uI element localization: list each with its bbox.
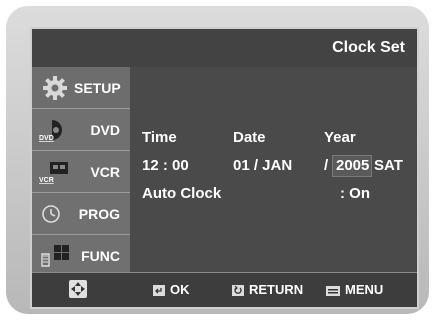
ok-button[interactable]: OK [153,282,190,297]
return-icon [232,285,244,297]
sidebar-item-label: PROG [78,206,120,222]
auto-clock-field[interactable]: : On [340,185,370,202]
auto-clock-label: Auto Clock [142,185,222,202]
sidebar-item-dvd[interactable]: DVD DVD [32,109,130,151]
directional-pad-icon [69,280,87,298]
vcr-icon-text: VCR [39,177,54,184]
clock-icon [42,205,60,223]
enter-icon [153,285,165,297]
menu-icon [326,285,340,296]
dvd-icon-text: DVD [39,135,54,142]
osd-screen: Clock Set SETUP DVD DVD VCR VCR PROG FUN… [30,27,419,309]
sidebar-item-label: VCR [90,164,120,180]
sidebar-item-label: SETUP [74,80,121,96]
ok-label: OK [170,282,190,297]
weekday-value: SAT [374,157,403,174]
time-label: Time [142,129,177,146]
sidebar-item-label: DVD [90,122,120,138]
year-label: Year [324,129,356,146]
tv-frame: Clock Set SETUP DVD DVD VCR VCR PROG FUN… [6,6,429,314]
return-button[interactable]: RETURN [232,282,303,297]
menu-button[interactable]: MENU [326,282,383,297]
footer-bar: OK RETURN MENU [32,272,417,307]
date-label: Date [233,129,266,146]
return-label: RETURN [249,282,304,297]
sidebar-item-setup[interactable]: SETUP [32,67,130,109]
sidebar-item-func[interactable]: FUNC [32,235,130,277]
time-field[interactable]: 12 : 00 [142,157,189,174]
sidebar: SETUP DVD DVD VCR VCR PROG FUNC [32,67,130,277]
remote-icon [41,245,69,267]
sidebar-item-vcr[interactable]: VCR VCR [32,151,130,193]
gear-icon [43,76,67,100]
sidebar-item-label: FUNC [81,248,120,264]
header-bar: Clock Set [32,29,417,68]
page-title: Clock Set [332,39,405,56]
year-field[interactable]: 2005 [336,157,369,174]
year-separator: / [324,157,329,174]
clock-set-panel: Time Date Year 12 : 00 01 / JAN / 2005 S… [130,67,417,277]
menu-label: MENU [345,282,384,297]
date-field[interactable]: 01 / JAN [233,157,292,174]
dvd-icon: DVD [39,120,62,142]
vcr-icon: VCR [39,162,68,184]
sidebar-item-prog[interactable]: PROG [32,193,130,235]
